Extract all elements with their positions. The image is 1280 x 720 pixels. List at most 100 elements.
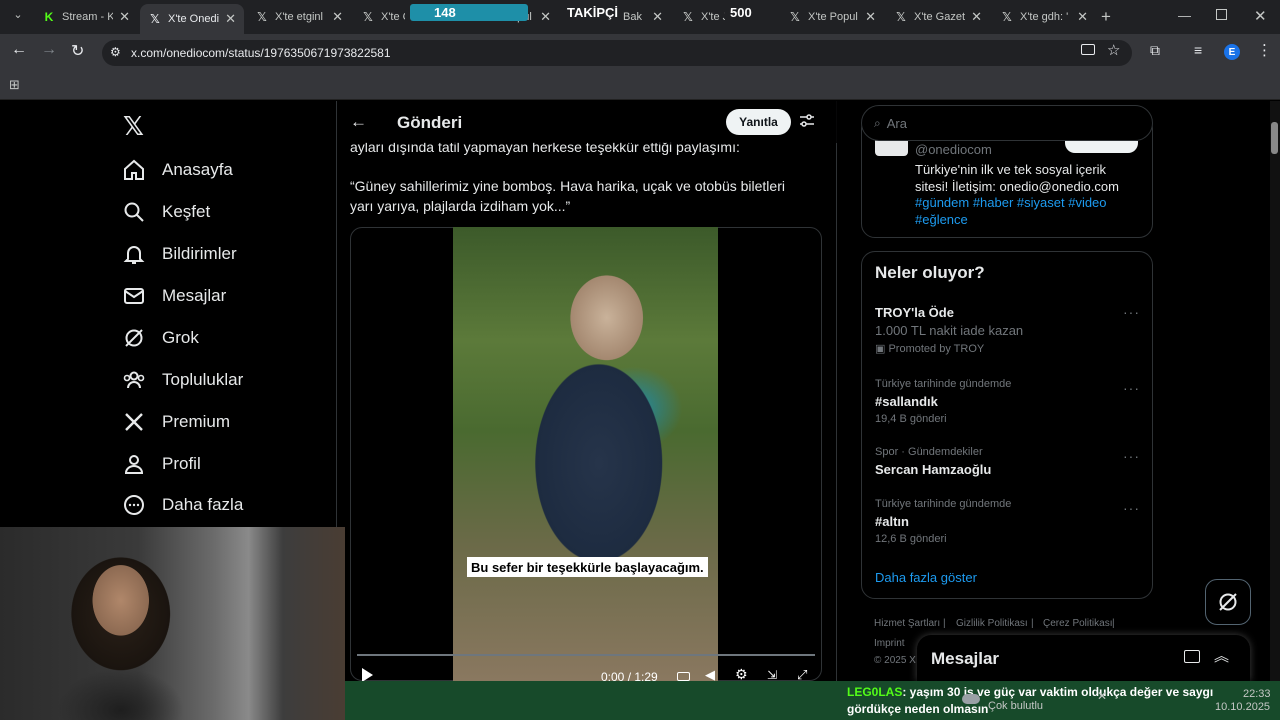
more-options-icon[interactable]: ··· (1123, 500, 1140, 516)
back-icon[interactable]: ← (11, 41, 27, 59)
tab-8[interactable]: 𝕏 X'te Popul ✕ (780, 4, 884, 30)
video-progress-bar[interactable] (357, 654, 815, 656)
profile-bio-line1: Türkiye'nin ilk ve tek sosyal içerik (915, 162, 1107, 177)
install-app-icon[interactable] (1081, 44, 1095, 55)
tab-7[interactable]: 𝕏 X'te Ju (673, 4, 733, 30)
nav-home[interactable]: Anasayfa (122, 155, 233, 185)
follow-button-partial[interactable] (1065, 141, 1138, 153)
tab-label: X'te etginl (275, 11, 323, 23)
x-logo-icon: 𝕏 (150, 12, 160, 26)
forward-icon[interactable]: → (41, 41, 57, 59)
minimize-icon[interactable]: — (1178, 8, 1191, 23)
close-tab-icon[interactable]: ✕ (971, 9, 982, 25)
pip-icon[interactable]: ⇲ (767, 668, 777, 682)
close-tab-icon[interactable]: ✕ (540, 9, 551, 25)
footer-imprint[interactable]: Imprint (874, 638, 905, 649)
footer-sep: | (1031, 618, 1034, 629)
x-logo-icon: 𝕏 (683, 10, 693, 24)
footer-privacy[interactable]: Gizlilik Politikası (956, 618, 1028, 629)
tab-stream[interactable]: K Stream - K ✕ (34, 4, 138, 30)
footer-cookies[interactable]: Çerez Politikası (1043, 618, 1112, 629)
play-icon[interactable] (362, 668, 373, 682)
nav-more[interactable]: Daha fazla (122, 490, 243, 520)
back-arrow-icon[interactable]: ← (350, 112, 367, 132)
footer-terms[interactable]: Hizmet Şartları (874, 618, 940, 629)
weather-text: Çok bulutlu (988, 700, 1044, 712)
page-title: Gönderi (397, 113, 463, 132)
close-tab-icon[interactable]: ✕ (332, 9, 343, 25)
nav-communities[interactable]: Topluluklar (122, 365, 243, 395)
trend-meta: Türkiye tarihinde gündemde (875, 498, 1012, 510)
new-tab-icon[interactable]: + (1101, 7, 1111, 27)
apps-grid-icon[interactable]: ⊞ (9, 77, 20, 93)
show-more-link[interactable]: Daha fazla göster (875, 570, 977, 585)
tab-3[interactable]: 𝕏 X'te etginl ✕ (247, 4, 351, 30)
url-text[interactable]: x.com/onediocom/status/19763506719738225… (131, 46, 391, 60)
maximize-icon[interactable] (1216, 9, 1227, 20)
close-tab-icon[interactable]: ✕ (652, 9, 663, 25)
profile-handle[interactable]: @onediocom (915, 142, 992, 157)
taskbar-time: 22:33 (1243, 688, 1271, 700)
extensions-icon[interactable]: ⧉ (1150, 42, 1160, 59)
site-info-icon[interactable]: ⚙ (110, 45, 121, 59)
more-options-icon[interactable]: ··· (1123, 448, 1140, 464)
nav-label: Anasayfa (162, 160, 233, 179)
x-logo-icon[interactable]: 𝕏 (123, 111, 144, 142)
taskbar-date: 10.10.2025 (1215, 701, 1271, 713)
search-icon (124, 202, 144, 222)
captions-icon[interactable] (677, 672, 690, 681)
trend-title[interactable]: #sallandık (875, 394, 938, 409)
tab-4[interactable]: 𝕏 X'te Çol (353, 4, 413, 30)
nav-profile[interactable]: Profil (122, 449, 201, 479)
nav-explore[interactable]: Keşfet (122, 197, 210, 227)
expand-chevron-icon[interactable]: ︽ (1214, 645, 1229, 666)
filter-sliders-icon[interactable] (799, 113, 815, 129)
bookmark-star-icon[interactable]: ☆ (1107, 41, 1120, 59)
scrollbar-thumb[interactable] (1271, 122, 1278, 154)
nav-label: Topluluklar (162, 370, 244, 389)
tab-6[interactable]: Bak ✕ (615, 4, 671, 30)
close-tab-icon[interactable]: ✕ (225, 11, 236, 27)
profile-hashtags-line2[interactable]: #eğlence (915, 212, 968, 227)
nav-grok[interactable]: Grok (122, 323, 199, 353)
media-control-icon[interactable]: ≡ (1194, 42, 1202, 58)
kick-icon: K (44, 10, 54, 24)
close-tab-icon[interactable]: ✕ (1077, 9, 1088, 25)
tab-9[interactable]: 𝕏 X'te Gazet ✕ (886, 4, 990, 30)
close-window-icon[interactable]: ✕ (1254, 7, 1267, 25)
trend-title[interactable]: Sercan Hamzaoğlu (875, 462, 991, 477)
tab-label: X'te Onedi (168, 13, 220, 25)
video-player[interactable] (453, 227, 718, 681)
nav-messages[interactable]: Mesajlar (122, 281, 226, 311)
more-options-icon[interactable]: ··· (1123, 380, 1140, 396)
more-options-icon[interactable]: ··· (1123, 304, 1140, 320)
profile-hashtags-line1[interactable]: #gündem #haber #siyaset #video (915, 195, 1107, 210)
footer-copyright: © 2025 X (874, 655, 916, 666)
nav-premium[interactable]: Premium (122, 407, 230, 437)
nav-notifications[interactable]: Bildirimler (122, 239, 237, 269)
reply-button[interactable]: Yanıtla (726, 109, 791, 135)
taskbar-close-icon[interactable]: ✕ (1097, 689, 1107, 703)
profile-avatar[interactable]: E (1224, 44, 1240, 60)
browser-menu-icon[interactable]: ⋮ (1257, 41, 1272, 59)
chat-username: LEG0LAS (847, 685, 903, 699)
grok-button[interactable] (1205, 579, 1251, 625)
promoted-text: Promoted by TROY (888, 343, 985, 355)
tab-10[interactable]: 𝕏 X'te gdh: ' ✕ (992, 4, 1096, 30)
trend-title[interactable]: #altın (875, 514, 909, 529)
trend-title[interactable]: TROY'la Öde (875, 305, 954, 320)
tab-label: X'te Ju (701, 11, 725, 23)
tab-search-button[interactable]: ⌄ (8, 8, 28, 26)
x-logo-icon (125, 413, 143, 431)
tab-label: X'te Çol (381, 11, 405, 23)
page-scrollbar[interactable] (1270, 101, 1280, 681)
tab-onedio[interactable]: 𝕏 X'te Onedi ✕ (140, 4, 244, 34)
trends-title: Neler oluyor? (875, 263, 985, 282)
tab-label: X'te gdh: ' (1020, 11, 1069, 23)
search-input[interactable]: ⌕ Ara (861, 105, 1153, 141)
follower-goal-bar (410, 4, 528, 21)
close-tab-icon[interactable]: ✕ (119, 9, 130, 25)
close-tab-icon[interactable]: ✕ (865, 9, 876, 25)
new-message-icon[interactable] (1184, 650, 1200, 663)
reload-icon[interactable]: ↻ (71, 41, 84, 61)
